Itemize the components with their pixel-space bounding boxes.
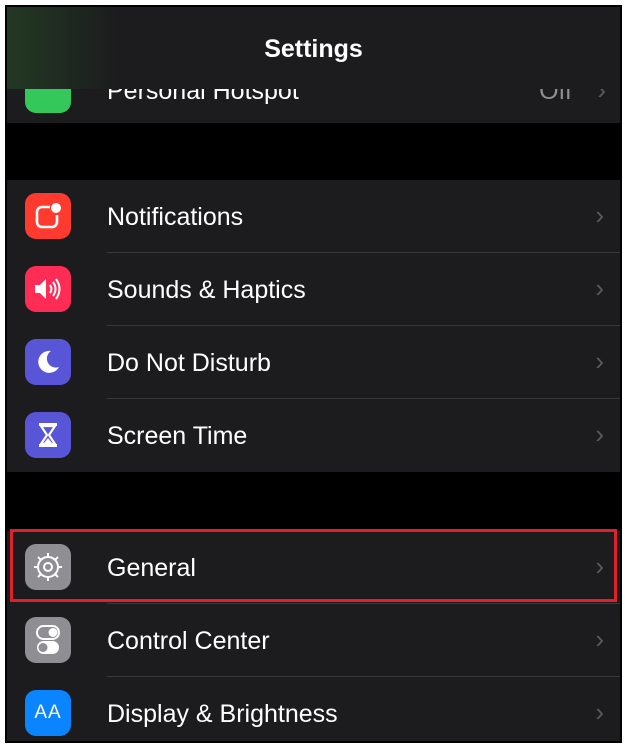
list-item-do-not-disturb[interactable]: Do Not Disturb ›	[7, 326, 620, 399]
settings-group-general: General › Control Center › AA Display & …	[7, 531, 620, 741]
text-size-icon: AA	[25, 690, 71, 736]
list-item-label: Control Center	[107, 627, 270, 655]
list-item-label: Display & Brightness	[107, 700, 338, 728]
list-item-label: Screen Time	[107, 422, 248, 450]
navigation-bar: Settings	[7, 7, 620, 89]
notifications-icon	[25, 193, 71, 239]
list-item-control-center[interactable]: Control Center ›	[7, 604, 620, 677]
chevron-right-icon: ›	[595, 624, 604, 654]
list-item-sounds-haptics[interactable]: Sounds & Haptics ›	[7, 253, 620, 326]
chevron-right-icon: ›	[595, 200, 604, 230]
settings-group-notifications: Notifications › Sounds & Haptics › Do No…	[7, 180, 620, 472]
page-title: Settings	[264, 35, 363, 63]
list-item-label: General	[107, 554, 196, 582]
list-item-label: Sounds & Haptics	[107, 276, 306, 304]
list-item-screen-time[interactable]: Screen Time ›	[7, 399, 620, 472]
chevron-right-icon: ›	[595, 419, 604, 449]
hourglass-icon	[25, 412, 71, 458]
chevron-right-icon: ›	[595, 551, 604, 581]
settings-screen: Personal Hotspot Off › Settings Notifica…	[5, 5, 622, 743]
chevron-right-icon: ›	[595, 346, 604, 376]
chevron-right-icon: ›	[595, 273, 604, 303]
chevron-right-icon: ›	[595, 697, 604, 727]
list-item-general[interactable]: General ›	[7, 531, 620, 604]
speaker-icon	[25, 266, 71, 312]
list-item-label: Do Not Disturb	[107, 349, 271, 377]
list-item-notifications[interactable]: Notifications ›	[7, 180, 620, 253]
list-item-display-brightness[interactable]: AA Display & Brightness ›	[7, 677, 620, 741]
list-item-label: Notifications	[107, 203, 244, 231]
gear-icon	[25, 544, 71, 590]
toggles-icon	[25, 617, 71, 663]
moon-icon	[25, 339, 71, 385]
